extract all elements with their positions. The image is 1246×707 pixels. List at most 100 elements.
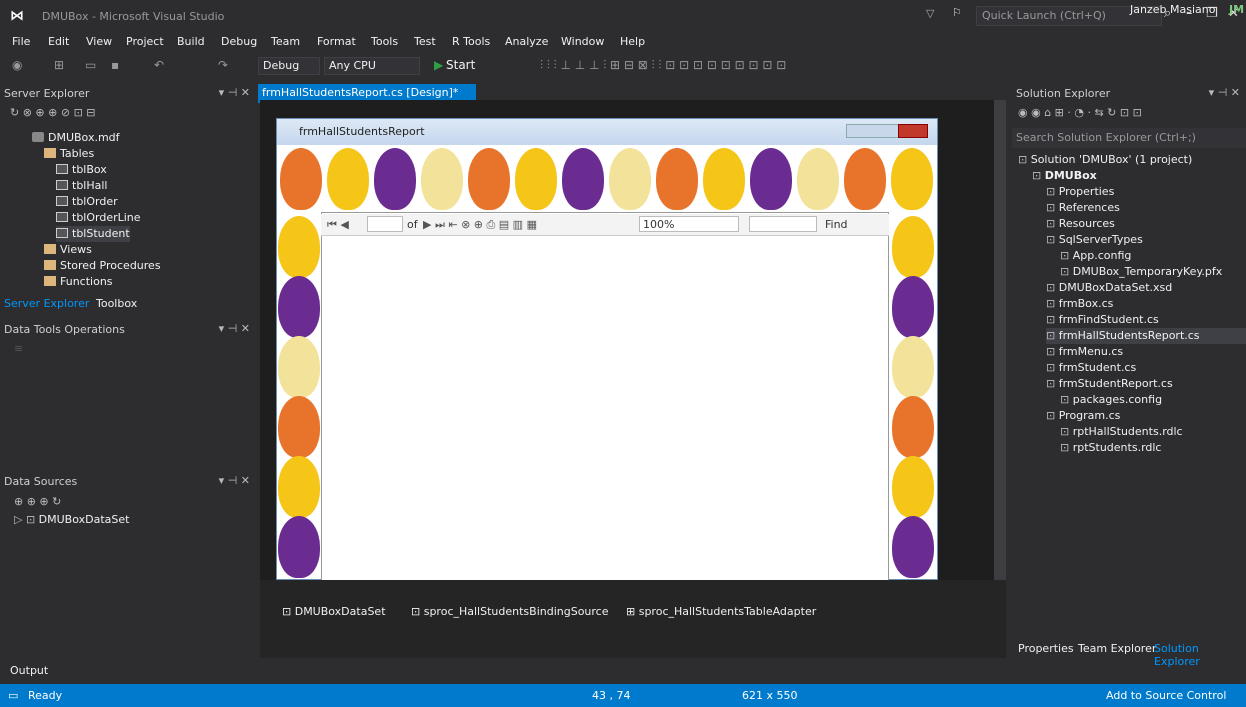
tree-item[interactable]: Tables xyxy=(44,146,94,162)
solution-item[interactable]: ⊡ packages.config xyxy=(1060,392,1162,408)
find-input[interactable] xyxy=(749,216,817,232)
vegetable-image xyxy=(278,336,320,398)
report-viewer[interactable] xyxy=(321,212,889,582)
vegetable-image xyxy=(892,396,934,458)
new-project-icon[interactable]: ⊞ xyxy=(54,58,64,72)
solution-item[interactable]: ⊡ frmFindStudent.cs xyxy=(1046,312,1159,328)
solution-item[interactable]: ⊡ SqlServerTypes xyxy=(1046,232,1143,248)
solution-item-label: frmBox.cs xyxy=(1058,297,1114,310)
solution-item[interactable]: ⊡ frmHallStudentsReport.cs xyxy=(1046,328,1246,344)
dataset-icon: ⊡ xyxy=(282,605,295,618)
feedback-icon[interactable]: ⚐ xyxy=(952,6,962,19)
component-dataset[interactable]: ⊡ DMUBoxDataSet xyxy=(282,605,386,618)
pin-icon[interactable]: ▾ ⊣ ✕ xyxy=(1209,86,1240,99)
redo-icon[interactable]: ↷ xyxy=(218,58,228,72)
undo-icon[interactable]: ↶ xyxy=(154,58,164,72)
solution-item[interactable]: ⊡ rptHallStudents.rdlc xyxy=(1060,424,1183,440)
menu-format[interactable]: Format xyxy=(317,35,356,48)
solution-item[interactable]: ⊡ Resources xyxy=(1046,216,1115,232)
user-name[interactable]: Janzeb Masiano xyxy=(1130,3,1215,16)
solution-search-input[interactable]: Search Solution Explorer (Ctrl+;) xyxy=(1012,128,1246,148)
solution-item[interactable]: ⊡ frmStudentReport.cs xyxy=(1046,376,1173,392)
menu-analyze[interactable]: Analyze xyxy=(505,35,548,48)
db-icon xyxy=(32,132,44,142)
status-source-control[interactable]: Add to Source Control xyxy=(1106,689,1226,702)
tree-item[interactable]: tblBox xyxy=(56,162,107,178)
start-icon[interactable]: ▶ xyxy=(434,58,443,72)
component-table-adapter[interactable]: ⊞ sproc_HallStudentsTableAdapter xyxy=(626,605,816,618)
platform-select[interactable]: Any CPU xyxy=(324,57,420,75)
solution-item[interactable]: ⊡ App.config xyxy=(1060,248,1131,264)
solution-item[interactable]: ⊡ DMUBoxDataSet.xsd xyxy=(1046,280,1172,296)
page-of-label: of xyxy=(407,218,418,231)
component-dataset-label: DMUBoxDataSet xyxy=(294,605,386,618)
tab-toolbox[interactable]: Toolbox xyxy=(96,297,137,310)
filter-icon[interactable]: ▽ xyxy=(926,7,934,20)
form-close-icon[interactable] xyxy=(898,124,928,138)
menu-team[interactable]: Team xyxy=(271,35,300,48)
solution-item[interactable]: ⊡ Program.cs xyxy=(1046,408,1120,424)
menu-debug[interactable]: Debug xyxy=(221,35,257,48)
solution-item[interactable]: ⊡ References xyxy=(1046,200,1120,216)
back-icon[interactable]: ◉ xyxy=(12,58,22,72)
tab-solution-explorer[interactable]: Solution Explorer xyxy=(1154,642,1246,668)
pin-icon[interactable]: ▾ ⊣ ✕ xyxy=(219,322,250,335)
file-icon: ⊡ xyxy=(1046,281,1059,294)
menu-build[interactable]: Build xyxy=(177,35,205,48)
menu-file[interactable]: File xyxy=(12,35,30,48)
tree-item[interactable]: Views xyxy=(44,242,92,258)
pin-icon[interactable]: ▾ ⊣ ✕ xyxy=(219,86,250,99)
tree-item[interactable]: tblOrderLine xyxy=(56,210,141,226)
form-window-buttons xyxy=(846,124,906,138)
solution-item[interactable]: ⊡ frmStudent.cs xyxy=(1046,360,1136,376)
menu-window[interactable]: Window xyxy=(561,35,604,48)
menu-test[interactable]: Test xyxy=(414,35,436,48)
solution-item-label: frmMenu.cs xyxy=(1058,345,1124,358)
output-tab[interactable]: Output xyxy=(10,664,48,677)
menu-edit[interactable]: Edit xyxy=(48,35,69,48)
pin-icon[interactable]: ▾ ⊣ ✕ xyxy=(219,474,250,487)
solution-item[interactable]: ⊡ Solution 'DMUBox' (1 project) xyxy=(1018,152,1192,168)
vegetable-image xyxy=(280,148,322,210)
vegetable-image xyxy=(892,456,934,518)
solution-item[interactable]: ⊡ Properties xyxy=(1046,184,1114,200)
configuration-select[interactable]: Debug xyxy=(258,57,320,75)
first-page-icon[interactable]: ⏮ ◀ xyxy=(327,218,349,232)
tree-item[interactable]: Functions xyxy=(44,274,113,290)
tree-item[interactable]: Stored Procedures xyxy=(44,258,161,274)
tab-server-explorer[interactable]: Server Explorer xyxy=(4,297,89,310)
designer-scrollbar[interactable] xyxy=(994,100,1006,580)
file-icon: ⊡ xyxy=(1046,233,1059,246)
tab-team-explorer[interactable]: Team Explorer xyxy=(1078,642,1156,655)
menu-tools[interactable]: Tools xyxy=(371,35,398,48)
user-avatar[interactable]: JM xyxy=(1229,3,1244,16)
tab-properties[interactable]: Properties xyxy=(1018,642,1074,655)
next-page-icon[interactable]: ▶ ⏭ ⇤ ⊗ ⊕ ⎙ ▤ ▥ ▦ xyxy=(423,218,537,232)
solution-item[interactable]: ⊡ frmMenu.cs xyxy=(1046,344,1123,360)
tree-item[interactable]: tblHall xyxy=(56,178,107,194)
component-binding-source[interactable]: ⊡ sproc_HallStudentsBindingSource xyxy=(411,605,609,618)
solution-item[interactable]: ⊡ frmBox.cs xyxy=(1046,296,1113,312)
tree-item[interactable]: DMUBox.mdf xyxy=(32,130,120,146)
menu-r-tools[interactable]: R Tools xyxy=(452,35,490,48)
status-ready: Ready xyxy=(28,689,63,702)
form-title: frmHallStudentsReport xyxy=(277,119,937,145)
page-input[interactable] xyxy=(367,216,403,232)
zoom-select[interactable]: 100% xyxy=(639,216,739,232)
save-icon[interactable]: ▪ xyxy=(111,58,119,72)
folder-icon xyxy=(44,148,56,158)
find-button[interactable]: Find xyxy=(825,218,848,231)
vegetable-image xyxy=(468,148,510,210)
start-button[interactable]: Start xyxy=(446,58,475,72)
solution-item[interactable]: ⊡ rptStudents.rdlc xyxy=(1060,440,1161,456)
open-icon[interactable]: ▭ xyxy=(85,58,96,72)
tree-item-label: tblOrder xyxy=(72,195,118,208)
data-source-item[interactable]: ▷ ⊡ DMUBoxDataSet xyxy=(14,513,129,526)
tree-item[interactable]: tblStudent xyxy=(56,226,130,242)
solution-item[interactable]: ⊡ DMUBox xyxy=(1032,168,1097,184)
menu-help[interactable]: Help xyxy=(620,35,645,48)
menu-view[interactable]: View xyxy=(86,35,112,48)
solution-item[interactable]: ⊡ DMUBox_TemporaryKey.pfx xyxy=(1060,264,1222,280)
tree-item[interactable]: tblOrder xyxy=(56,194,118,210)
menu-project[interactable]: Project xyxy=(126,35,164,48)
